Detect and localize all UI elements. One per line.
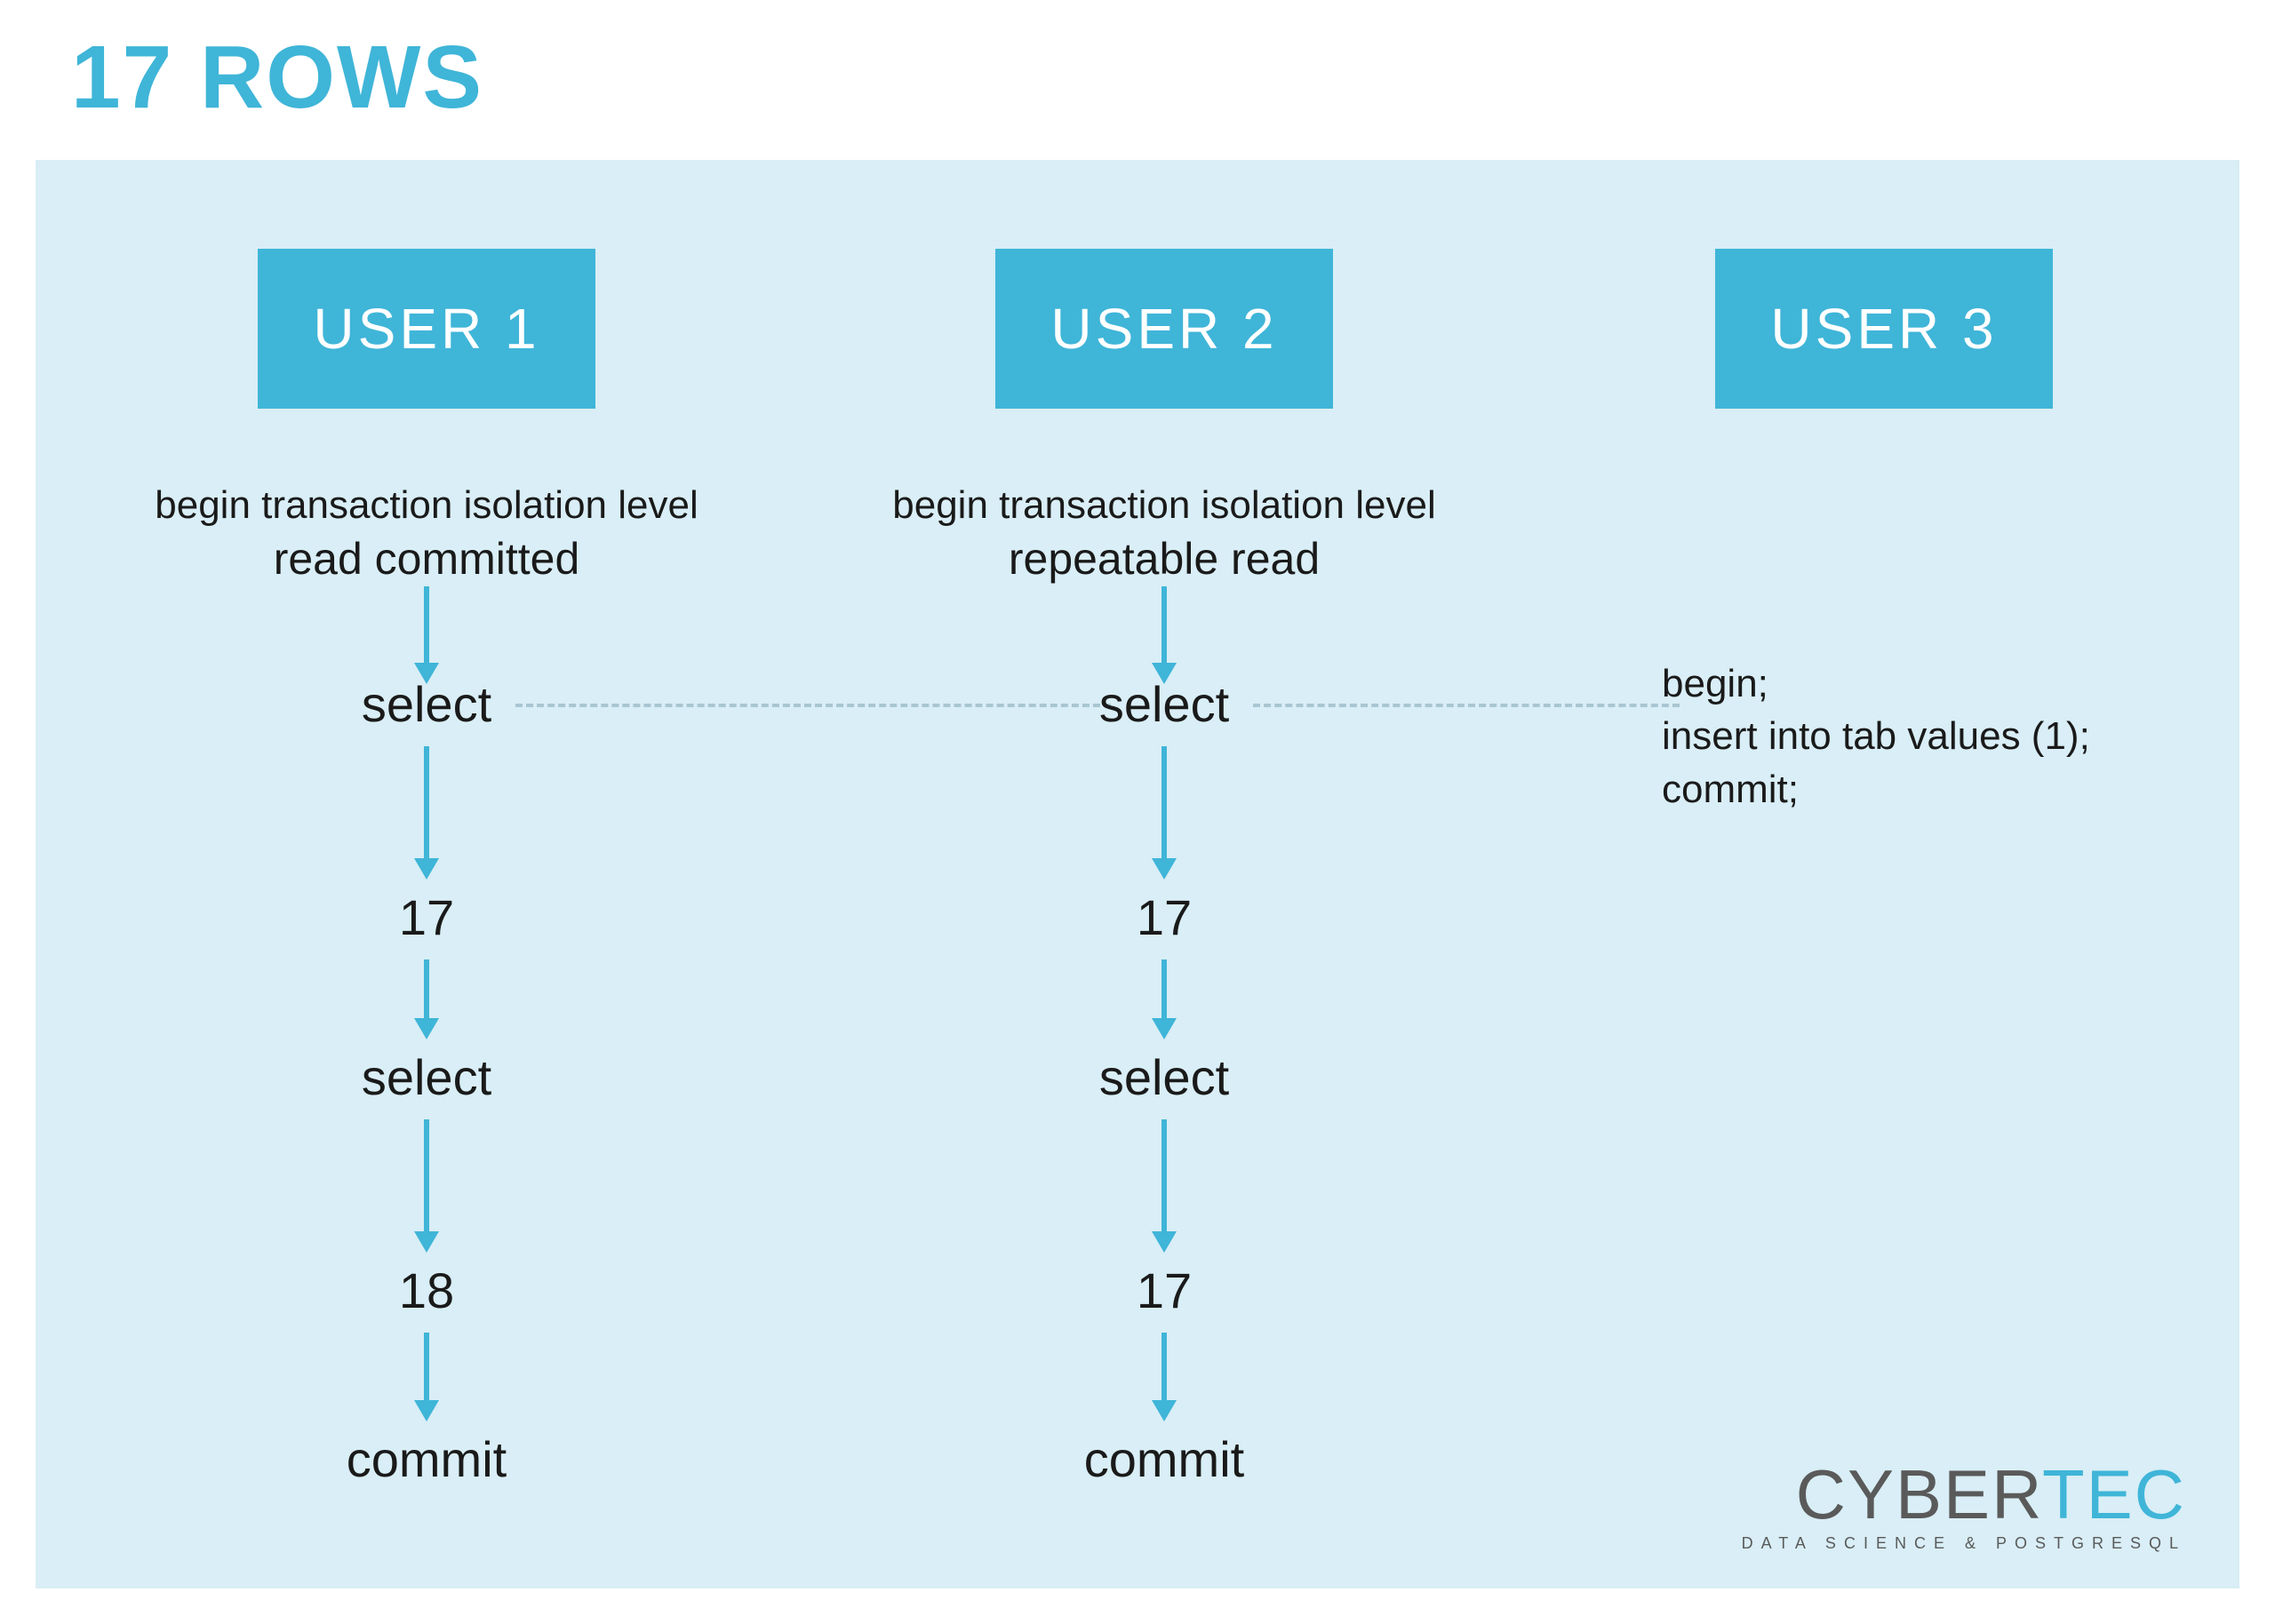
isolation-level-2: repeatable read xyxy=(1009,534,1320,584)
step-select: select xyxy=(809,1048,1520,1106)
step-select: select xyxy=(809,675,1520,733)
column-user-3: USER 3 begin; insert into tab values (1)… xyxy=(1546,160,2222,1588)
stmt-begin: begin; xyxy=(1662,657,2090,710)
arrow-icon xyxy=(409,586,444,684)
arrow-icon xyxy=(1146,1119,1182,1253)
arrow-icon xyxy=(409,1119,444,1253)
step-value: 17 xyxy=(71,888,782,946)
begin-prefix: begin transaction isolation level xyxy=(155,483,698,527)
step-select: select xyxy=(71,1048,782,1106)
step-commit: commit xyxy=(71,1430,782,1488)
logo-part1: CYBER xyxy=(1796,1455,2042,1533)
user3-statements: begin; insert into tab values (1); commi… xyxy=(1662,657,2090,816)
brand-logo: CYBERTEC DATA SCIENCE & POSTGRESQL xyxy=(1742,1460,2186,1553)
step-value: 17 xyxy=(809,888,1520,946)
step-value: 18 xyxy=(71,1262,782,1319)
page-title: 17 ROWS xyxy=(71,27,483,129)
user-box-3: USER 3 xyxy=(1715,249,2053,409)
arrow-icon xyxy=(409,959,444,1039)
arrow-icon xyxy=(409,1333,444,1421)
isolation-level-1: read committed xyxy=(274,534,580,584)
logo-tagline: DATA SCIENCE & POSTGRESQL xyxy=(1742,1534,2186,1553)
step-commit: commit xyxy=(809,1430,1520,1488)
stmt-commit: commit; xyxy=(1662,763,2090,816)
column-user-1: USER 1 begin transaction isolation level… xyxy=(71,160,782,1588)
user-box-1: USER 1 xyxy=(258,249,595,409)
arrow-icon xyxy=(1146,1333,1182,1421)
arrow-icon xyxy=(1146,746,1182,880)
arrow-icon xyxy=(409,746,444,880)
arrow-icon xyxy=(1146,959,1182,1039)
stmt-insert: insert into tab values (1); xyxy=(1662,710,2090,762)
arrow-icon xyxy=(1146,586,1182,684)
user-box-2: USER 2 xyxy=(995,249,1333,409)
logo-part2: TEC xyxy=(2042,1455,2186,1533)
step-value: 17 xyxy=(809,1262,1520,1319)
step-select: select xyxy=(71,675,782,733)
begin-prefix: begin transaction isolation level xyxy=(892,483,1436,527)
begin-transaction-1: begin transaction isolation level read c… xyxy=(71,480,782,588)
column-user-2: USER 2 begin transaction isolation level… xyxy=(809,160,1520,1588)
begin-transaction-2: begin transaction isolation level repeat… xyxy=(809,480,1520,588)
diagram-canvas: USER 1 begin transaction isolation level… xyxy=(36,160,2239,1588)
